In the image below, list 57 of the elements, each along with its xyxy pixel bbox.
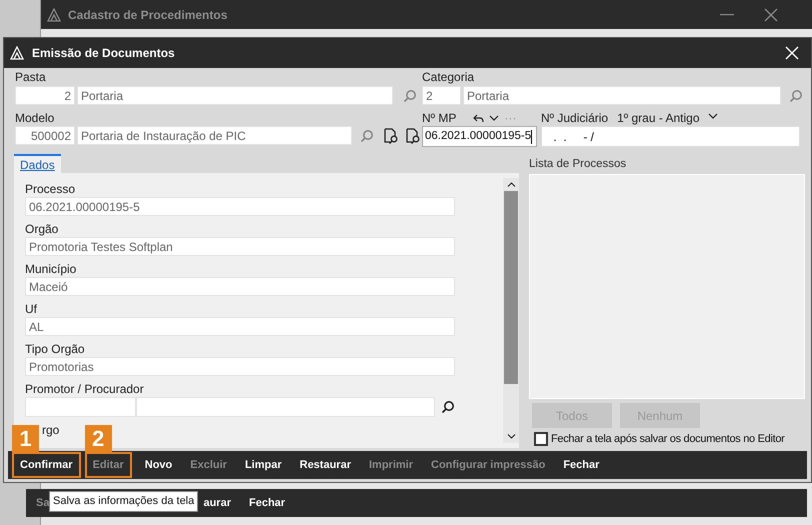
callout-number: 2 [84, 425, 112, 452]
text-field[interactable]: Promotorias [25, 357, 455, 376]
dialog-title: Emissão de Documentos [32, 45, 175, 62]
checkbox[interactable] [534, 432, 548, 446]
code-field[interactable] [25, 397, 136, 417]
field-label: Orgão [25, 221, 60, 237]
field-label: Modelo [15, 111, 56, 125]
field-label: Promotor / Procurador [25, 381, 145, 397]
field-label: Nº Judiciário [541, 111, 608, 125]
field-label: Processo [25, 181, 76, 197]
document-search-icon[interactable] [404, 126, 422, 144]
name-field[interactable]: Portaria [77, 86, 393, 105]
toolbar-button[interactable]: Confirmar [12, 452, 81, 478]
callout-number: 1 [12, 425, 39, 452]
logo-icon [47, 8, 61, 22]
field-label: rgo [42, 422, 60, 438]
grau-selector[interactable]: 1º grau - Antigo [617, 109, 700, 127]
list-title: Lista de Processos [529, 157, 628, 171]
chevron-down-icon[interactable] [489, 115, 500, 121]
field-label: Categoria [422, 70, 476, 84]
chevron-up-icon[interactable] [506, 182, 516, 187]
minimize-icon[interactable] [720, 14, 734, 16]
name-field[interactable] [136, 397, 435, 417]
text-field[interactable]: Promotoria Testes Softplan [25, 237, 455, 256]
toolbar-button[interactable]: Fechar [249, 494, 286, 512]
toolbar-button[interactable]: Novo [136, 456, 182, 474]
logo-icon [10, 46, 24, 60]
toolbar-button[interactable]: aurar [203, 494, 231, 512]
undo-icon[interactable] [473, 114, 484, 122]
name-field[interactable]: Portaria [463, 86, 781, 105]
chevron-down-icon[interactable] [506, 434, 516, 439]
judicial-number-field[interactable]: . . - / [541, 126, 800, 147]
code-field[interactable]: 2 [15, 86, 75, 105]
text-field[interactable]: AL [25, 317, 455, 336]
field-label: Município [25, 261, 78, 277]
chevron-down-icon[interactable] [708, 113, 718, 119]
code-field[interactable]: 2 [422, 86, 461, 105]
search-icon[interactable] [441, 400, 455, 414]
field-label: Uf [25, 301, 38, 317]
tab[interactable]: Dados [14, 154, 61, 173]
field-label: Nº MP [422, 111, 456, 125]
document-search-icon[interactable] [382, 126, 400, 144]
toolbar-button[interactable]: Limpar [236, 456, 291, 474]
text-field[interactable]: Maceió [25, 277, 455, 296]
scrollbar[interactable] [503, 178, 519, 443]
field-label: Tipo Orgão [25, 341, 86, 357]
toolbar-button[interactable]: Fechar [554, 456, 608, 474]
field-label: Pasta [15, 70, 47, 84]
mp-number-field[interactable]: 06.2021.00000195-5 [422, 126, 537, 147]
scrollbar-thumb[interactable] [504, 191, 518, 384]
tooltip: Salva as informações da tela [49, 491, 198, 512]
name-field[interactable]: Portaria de Instauração de PIC [77, 126, 352, 145]
checkbox-label: Fechar a tela após salvar os documentos no Editor [551, 432, 785, 447]
code-field[interactable]: 500002 [15, 126, 75, 145]
toolbar-button[interactable]: Restaurar [290, 456, 360, 474]
window-title: Cadastro de Procedimentos [68, 6, 228, 24]
text-field[interactable]: 06.2021.00000195-5 [25, 197, 455, 216]
